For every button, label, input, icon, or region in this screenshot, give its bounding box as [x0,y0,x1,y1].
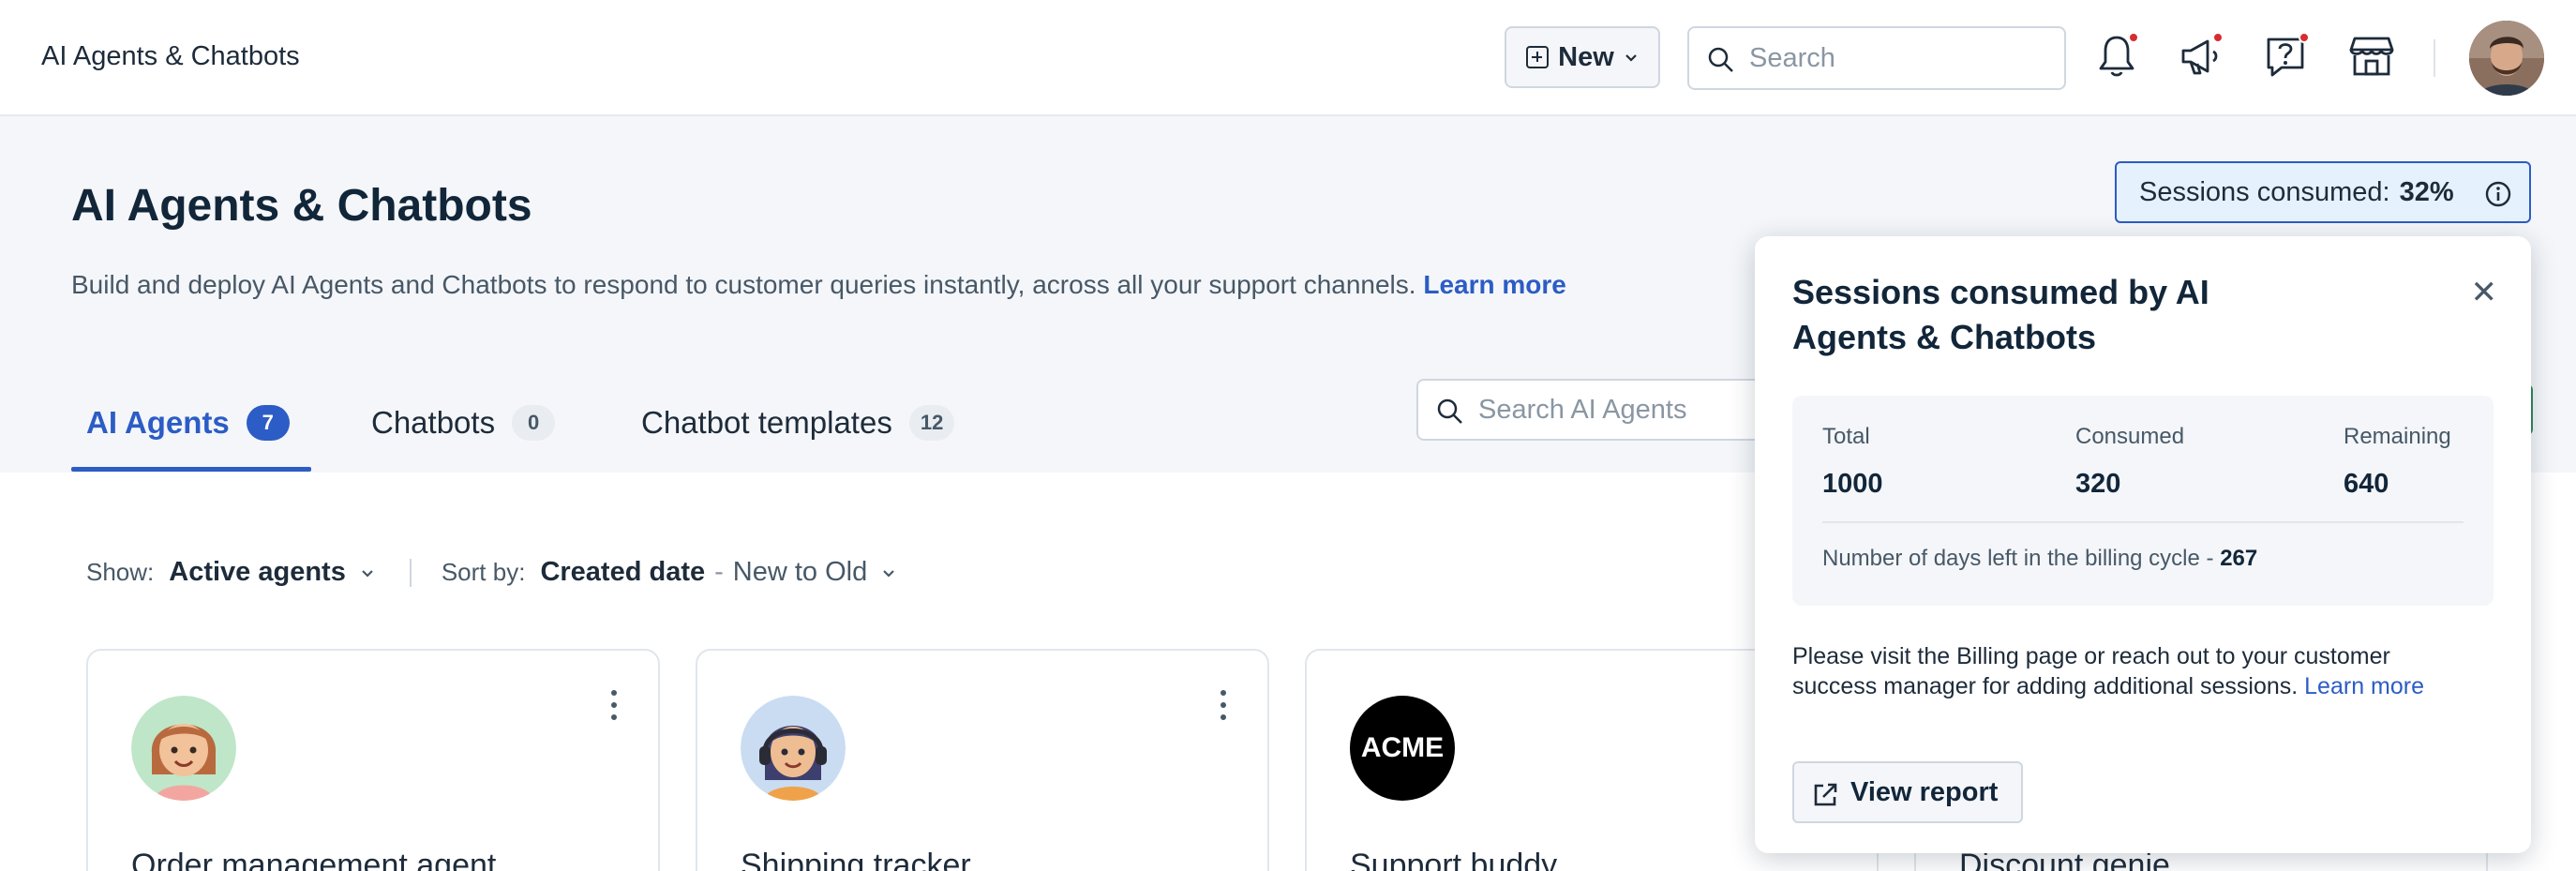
agent-card[interactable]: Shipping tracker [696,649,1269,871]
sessions-value: 32% [2399,176,2454,207]
tab-count-badge: 7 [246,405,290,441]
popover-learn-more-link[interactable]: Learn more [2304,673,2424,699]
new-button[interactable]: New [1505,26,1660,88]
sessions-stats: Total 1000 Consumed 320 Remaining 640 Nu… [1792,396,2494,606]
billing-days: Number of days left in the billing cycle… [1822,546,2257,572]
agent-name: Support buddy [1350,848,1558,871]
tab-ai-agents[interactable]: AI Agents 7 [86,405,290,441]
app-title: AI Agents & Chatbots [41,41,300,71]
info-icon [2485,181,2511,207]
sort-dropdown[interactable]: Created date [540,557,705,588]
user-avatar-icon [2469,21,2544,96]
announcement-dot [2212,32,2224,43]
acme-logo-text: ACME [1360,732,1445,763]
page-description: Build and deploy AI Agents and Chatbots … [71,270,1566,300]
store-icon [2349,37,2394,76]
stat-value: 640 [2344,469,2389,499]
new-button-label: New [1558,41,1614,72]
global-search-input[interactable]: Search [1687,26,2066,90]
user-avatar[interactable] [2469,21,2544,96]
stat-value: 320 [2075,469,2121,499]
active-tab-indicator [71,467,311,472]
top-bar: AI Agents & Chatbots New Search [0,0,2576,116]
sessions-label: Sessions consumed: [2139,176,2390,207]
tab-label: Chatbots [371,405,496,440]
stat-value: 1000 [1822,469,1883,499]
chevron-down-icon[interactable] [880,564,897,581]
tab-label: AI Agents [86,405,230,440]
close-icon[interactable]: ✕ [2471,274,2498,311]
page-title: AI Agents & Chatbots [71,181,532,231]
tab-chatbots[interactable]: Chatbots 0 [371,405,556,441]
search-icon [1708,47,1733,72]
search-icon [1437,398,1462,424]
plus-square-icon [1526,46,1550,68]
notifications-button[interactable] [2090,30,2143,83]
card-menu-button[interactable] [611,690,617,720]
tab-chatbot-templates[interactable]: Chatbot templates 12 [641,405,955,441]
agent-avatar [131,696,236,801]
marketplace-button[interactable] [2345,30,2398,83]
filter-divider [409,558,412,587]
chevron-down-icon [1625,54,1637,62]
girl-avatar-icon [131,696,236,801]
sort-label: Sort by: [441,558,526,586]
stats-divider [1822,521,2464,523]
show-label: Show: [86,558,155,586]
agent-avatar: ACME [1350,696,1455,801]
help-dot [2299,32,2310,43]
view-report-button[interactable]: View report [1792,761,2023,823]
agent-name: Order management agent [131,848,497,871]
page-description-text: Build and deploy AI Agents and Chatbots … [71,270,1416,299]
card-menu-button[interactable] [1221,690,1226,720]
notification-dot [2128,32,2139,43]
stat-label: Remaining [2344,424,2451,449]
filters-bar: Show: Active agents Sort by: Created dat… [86,557,920,588]
agent-avatar [741,696,846,801]
search-agents-input[interactable]: Search AI Agents [1416,379,1791,441]
external-link-icon [1814,783,1837,806]
stat-remaining: Remaining 640 [2344,424,2451,500]
sort-order[interactable]: New to Old [733,557,867,588]
tab-count-badge: 0 [512,405,556,441]
announcements-button[interactable] [2175,30,2227,83]
headset-agent-avatar-icon [741,696,846,801]
search-agents-placeholder: Search AI Agents [1478,394,1687,425]
billing-days-value: 267 [2220,546,2258,571]
agent-name: Shipping tracker [741,848,971,871]
popover-note-text: Please visit the Billing page or reach o… [1792,643,2390,699]
stat-consumed: Consumed 320 [2075,424,2184,500]
sessions-popover: Sessions consumed by AI Agents & Chatbot… [1755,236,2531,853]
stat-label: Consumed [2075,424,2185,449]
learn-more-link[interactable]: Learn more [1423,270,1566,299]
sort-separator: - [714,557,724,587]
sessions-consumed-button[interactable]: Sessions consumed: 32% [2115,161,2531,223]
help-button[interactable] [2259,30,2312,83]
tab-label: Chatbot templates [641,405,892,440]
stat-label: Total [1822,424,1870,449]
tab-count-badge: 12 [908,405,955,441]
chevron-down-icon[interactable] [359,564,376,581]
show-filter-dropdown[interactable]: Active agents [169,557,346,588]
view-report-label: View report [1850,776,1999,807]
global-search-placeholder: Search [1749,42,1835,73]
popover-note: Please visit the Billing page or reach o… [1792,641,2467,701]
topbar-divider [2434,39,2435,77]
agent-card[interactable]: Order management agent [86,649,660,871]
billing-days-text: Number of days left in the billing cycle… [1822,546,2214,571]
stat-total: Total 1000 [1822,424,1883,500]
popover-title: Sessions consumed by AI Agents & Chatbot… [1792,273,2209,356]
